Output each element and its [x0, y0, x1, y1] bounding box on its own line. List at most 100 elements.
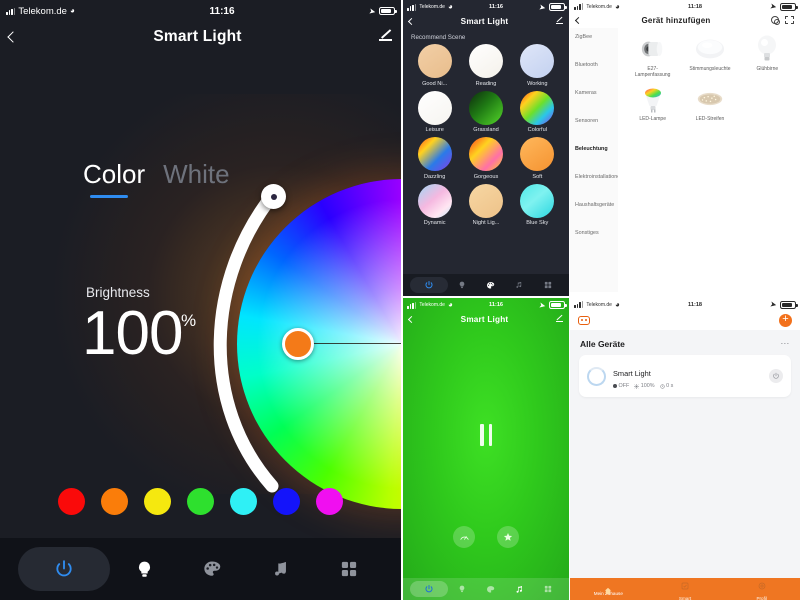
tab-bulb[interactable] — [448, 277, 477, 293]
ellipsis-icon[interactable]: ⋯ — [780, 339, 790, 347]
mode-tabs: Color White — [83, 159, 230, 200]
speed-gauge-icon — [459, 535, 469, 540]
back-button[interactable] — [407, 315, 416, 324]
scene-item[interactable]: Working — [512, 44, 563, 87]
scene-item[interactable]: Dazzling — [409, 137, 460, 180]
scene-item[interactable]: Dynamic — [409, 183, 460, 226]
device-avatar — [587, 366, 606, 386]
back-button[interactable] — [574, 16, 583, 24]
scene-item[interactable]: Gorgeous — [460, 137, 511, 180]
tab-home[interactable]: Mein Zuhause — [570, 582, 647, 596]
brightness-arc-handle[interactable] — [261, 184, 286, 209]
tab-profile[interactable]: Profil — [723, 577, 800, 600]
color-swatch-magenta[interactable] — [316, 488, 343, 515]
tab-smart[interactable]: Smart — [647, 577, 724, 600]
category-item[interactable]: Sonstiges — [570, 230, 618, 258]
product-label: LED-Lampe — [639, 116, 666, 122]
tab-power[interactable] — [410, 277, 448, 293]
product-item[interactable]: LED-Lampe — [624, 84, 681, 122]
edit-icon[interactable] — [555, 316, 563, 324]
product-label: E27-Lampenfassung — [634, 66, 671, 78]
tab-scene[interactable] — [477, 581, 506, 597]
tab-more[interactable] — [534, 581, 563, 597]
color-swatch-green[interactable] — [187, 488, 214, 515]
back-button[interactable] — [407, 17, 416, 26]
favorite-button[interactable] — [497, 526, 519, 548]
power-icon — [425, 280, 433, 289]
category-item[interactable]: Beleuchtung — [570, 146, 618, 174]
tab-music[interactable] — [505, 581, 534, 597]
scene-item[interactable]: Blue Sky — [512, 183, 563, 226]
page-title: Gerät hinzufügen — [641, 15, 711, 25]
signal-icon — [574, 301, 584, 308]
tab-scene[interactable] — [178, 547, 246, 591]
category-item[interactable]: Kameras — [570, 90, 618, 118]
robot-icon[interactable] — [578, 315, 590, 325]
carrier-label: Telekom.de — [586, 3, 612, 10]
color-swatch-cyan[interactable] — [230, 488, 257, 515]
page-title: Smart Light — [153, 28, 242, 45]
tab-scene[interactable] — [477, 277, 506, 293]
product-label: Stimmungsleuchte — [689, 66, 731, 72]
product-item[interactable]: Stimmungsleuchte — [681, 34, 738, 78]
grid-icon — [341, 561, 356, 577]
power-icon — [56, 560, 72, 577]
product-item[interactable]: LED-Streifen — [681, 84, 738, 122]
scene-label: Working — [527, 80, 548, 87]
tab-more[interactable] — [315, 547, 383, 591]
back-button[interactable] — [7, 31, 19, 43]
tab-bulb[interactable] — [110, 547, 178, 591]
scene-item[interactable]: Colorful — [512, 90, 563, 133]
category-item[interactable]: Bluetooth — [570, 62, 618, 90]
scan-circle-icon[interactable] — [770, 16, 780, 25]
color-swatch-row — [0, 488, 401, 515]
color-swatch-blue[interactable] — [273, 488, 300, 515]
scene-item[interactable]: Soft — [512, 137, 563, 180]
power-icon — [773, 372, 779, 379]
bottom-tab-bar — [0, 538, 401, 600]
scene-item[interactable]: Night Lig... — [460, 183, 511, 226]
status-time: 11:18 — [688, 301, 703, 308]
scene-item[interactable]: Reading — [460, 44, 511, 87]
category-item[interactable]: Sensoren — [570, 118, 618, 146]
qr-scan-icon[interactable] — [784, 16, 794, 24]
wifi-icon: ◕ — [69, 6, 75, 15]
section-header: Alle Geräte ⋯ — [570, 330, 800, 355]
tab-music[interactable] — [247, 547, 315, 591]
tab-bulb[interactable] — [448, 581, 477, 597]
scene-label: Blue Sky — [526, 220, 549, 226]
scene-item[interactable]: Grassland — [460, 90, 511, 133]
scene-swatch — [520, 137, 555, 171]
wifi-icon: ◕ — [447, 2, 453, 11]
tab-color[interactable]: Color — [83, 159, 145, 200]
color-swatch-orange[interactable] — [101, 488, 128, 515]
wifi-icon: ◕ — [447, 300, 453, 309]
category-item[interactable]: ZigBee — [570, 34, 618, 62]
scene-swatch — [520, 90, 555, 125]
category-item[interactable]: Haushaltsgeräte — [570, 202, 618, 230]
speed-button[interactable] — [453, 526, 475, 548]
scene-swatch — [417, 137, 452, 171]
tab-more[interactable] — [534, 277, 563, 293]
tab-power[interactable] — [410, 581, 448, 597]
tab-music[interactable] — [505, 277, 534, 293]
device-power-button[interactable] — [769, 369, 783, 383]
device-meta: OFF 100% 0 s — [613, 383, 762, 389]
tab-power[interactable] — [18, 547, 110, 591]
device-card[interactable]: Smart Light OFF 100% 0 s — [579, 355, 791, 397]
add-device-button[interactable]: + — [779, 313, 792, 327]
status-bar: Telekom.de ◕ 11:18 ➤ — [570, 298, 800, 310]
brightness-arc-slider[interactable] — [175, 174, 395, 504]
edit-icon[interactable] — [378, 30, 392, 44]
device-brightness: 100% — [634, 383, 655, 389]
scene-item[interactable]: Good Ni... — [409, 44, 460, 87]
color-swatch-red[interactable] — [58, 488, 85, 515]
edit-icon[interactable] — [555, 18, 563, 26]
product-item[interactable]: E27-Lampenfassung — [624, 34, 681, 78]
pause-icon[interactable] — [480, 424, 492, 446]
color-swatch-yellow[interactable] — [144, 488, 171, 515]
scene-item[interactable]: Leisure — [409, 90, 460, 133]
category-item[interactable]: Elektroinstallationen — [570, 174, 623, 202]
tab-white[interactable]: White — [163, 159, 229, 200]
product-item[interactable]: Glühbirne — [739, 34, 796, 78]
